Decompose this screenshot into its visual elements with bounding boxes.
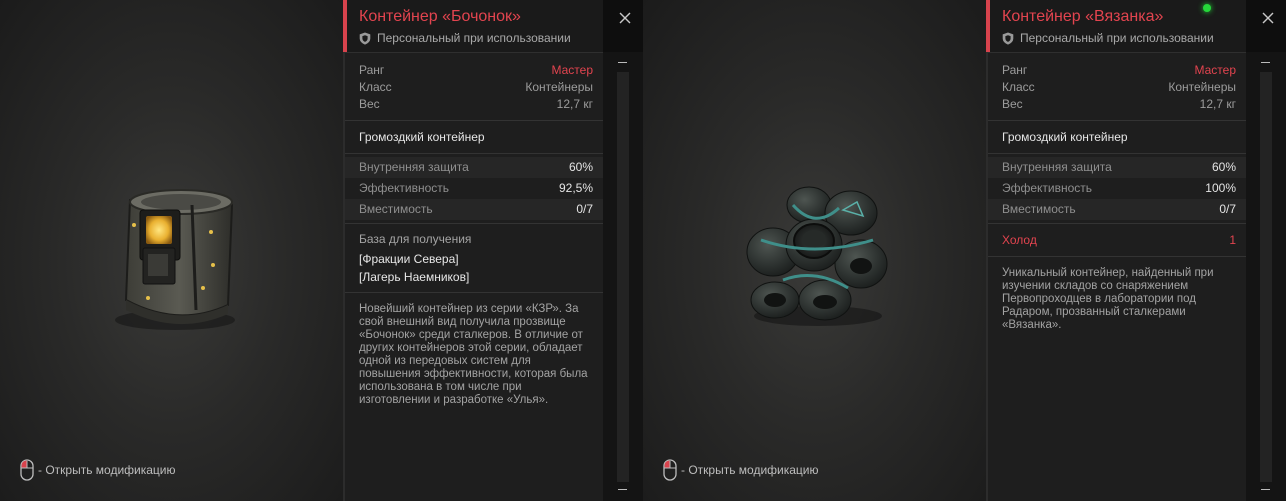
scroll-down-marker[interactable] — [618, 489, 627, 490]
stat-label: Вес — [1002, 97, 1023, 111]
item-description: Уникальный контейнер, найденный при изуч… — [1002, 267, 1214, 331]
panel-header: Контейнер «Бочонок» Персональный при исп… — [343, 0, 631, 53]
prop-capacity: Вместимость 0/7 — [988, 199, 1246, 220]
acquisition-base-section: База для получения [Фракции Севера] [Лаг… — [345, 224, 603, 293]
open-modification-hint[interactable]: - Открыть модификацию — [20, 459, 176, 481]
stat-value: Мастер — [1194, 63, 1236, 77]
prop-label: Холод — [1002, 233, 1037, 247]
prop-label: Внутренняя защита — [1002, 160, 1112, 174]
prop-value: 100% — [1205, 181, 1236, 195]
close-icon[interactable] — [619, 12, 631, 24]
scroll-down-marker[interactable] — [1261, 489, 1270, 490]
stats-section: Ранг Мастер Класс Контейнеры Вес 12,7 кг — [988, 53, 1246, 121]
stat-label: Ранг — [359, 63, 385, 77]
stat-weight: Вес 12,7 кг — [988, 96, 1246, 113]
item-type: Громоздкий контейнер — [988, 121, 1246, 154]
prop-value: 0/7 — [576, 202, 593, 216]
prop-efficiency: Эффективность 92,5% — [345, 178, 603, 199]
barrel-container-image — [115, 189, 235, 330]
acquisition-base-item[interactable]: [Лагерь Наемников] — [359, 268, 589, 286]
props-section: Внутренняя защита 60% Эффективность 100%… — [988, 154, 1246, 224]
stat-label: Класс — [359, 80, 392, 94]
prop-label: Эффективность — [1002, 181, 1093, 195]
prop-internal-protection: Внутренняя защита 60% — [345, 157, 603, 178]
stats-section: Ранг Мастер Класс Контейнеры Вес 12,7 кг — [345, 53, 603, 121]
shield-icon — [359, 32, 371, 45]
item-card-bochonok: - Открыть модификацию Контейнер «Бочонок… — [0, 0, 643, 501]
item-preview — [643, 0, 986, 501]
scroll-track[interactable] — [617, 72, 629, 482]
prop-value: 60% — [568, 160, 593, 174]
mouse-icon — [663, 459, 677, 481]
close-icon[interactable] — [1262, 12, 1274, 24]
bundle-container-image — [746, 186, 888, 326]
stat-value: 12,7 кг — [556, 97, 593, 111]
item-type: Громоздкий контейнер — [345, 121, 603, 154]
stat-label: Ранг — [1002, 63, 1028, 77]
prop-value: 60% — [1211, 160, 1236, 174]
item-info-panel: Контейнер «Бочонок» Персональный при исп… — [343, 0, 631, 501]
stat-class: Класс Контейнеры — [345, 79, 603, 96]
stat-label: Класс — [1002, 80, 1035, 94]
item-info-panel: Контейнер «Вязанка» Персональный при исп… — [986, 0, 1274, 501]
stat-label: Вес — [359, 97, 380, 111]
prop-value: 1 — [1229, 233, 1236, 247]
scroll-track[interactable] — [1260, 72, 1272, 482]
status-indicator-dot — [1203, 4, 1211, 12]
acquisition-base-title: База для получения — [359, 232, 472, 246]
scroll-up-marker[interactable] — [618, 62, 627, 63]
item-title: Контейнер «Бочонок» — [359, 8, 521, 25]
acquisition-base-item[interactable]: [Фракции Севера] — [359, 250, 589, 268]
prop-value: 0/7 — [1219, 202, 1236, 216]
item-card-vyazanka: - Открыть модификацию Контейнер «Вязанка… — [643, 0, 1286, 501]
binding-status: Персональный при использовании — [359, 31, 571, 45]
binding-status-label: Персональный при использовании — [377, 31, 571, 45]
prop-label: Внутренняя защита — [359, 160, 469, 174]
binding-status-label: Персональный при использовании — [1020, 31, 1214, 45]
special-property-section: Холод 1 — [988, 224, 1246, 257]
prop-value: 92,5% — [558, 181, 593, 195]
prop-label: Вместимость — [1002, 202, 1076, 216]
open-modification-label: - Открыть модификацию — [681, 463, 819, 477]
stat-rank: Ранг Мастер — [988, 62, 1246, 79]
shield-icon — [1002, 32, 1014, 45]
prop-efficiency: Эффективность 100% — [988, 178, 1246, 199]
open-modification-label: - Открыть модификацию — [38, 463, 176, 477]
stat-value: Контейнеры — [1168, 80, 1236, 94]
mouse-icon — [20, 459, 34, 481]
stat-value: 12,7 кг — [1199, 97, 1236, 111]
item-description: Новейший контейнер из серии «КЗР». За св… — [359, 303, 588, 406]
prop-label: Эффективность — [359, 181, 450, 195]
scroll-up-marker[interactable] — [1261, 62, 1270, 63]
stat-value: Контейнеры — [525, 80, 593, 94]
open-modification-hint[interactable]: - Открыть модификацию — [663, 459, 819, 481]
prop-label: Вместимость — [359, 202, 433, 216]
item-preview — [0, 0, 343, 501]
panel-scrollbar[interactable] — [1246, 52, 1286, 501]
panel-scrollbar[interactable] — [603, 52, 643, 501]
item-title: Контейнер «Вязанка» — [1002, 8, 1164, 25]
prop-internal-protection: Внутренняя защита 60% — [988, 157, 1246, 178]
prop-cold: Холод 1 — [988, 224, 1246, 256]
prop-capacity: Вместимость 0/7 — [345, 199, 603, 220]
stat-class: Класс Контейнеры — [988, 79, 1246, 96]
props-section: Внутренняя защита 60% Эффективность 92,5… — [345, 154, 603, 224]
stat-rank: Ранг Мастер — [345, 62, 603, 79]
stat-value: Мастер — [551, 63, 593, 77]
stat-weight: Вес 12,7 кг — [345, 96, 603, 113]
binding-status: Персональный при использовании — [1002, 31, 1214, 45]
